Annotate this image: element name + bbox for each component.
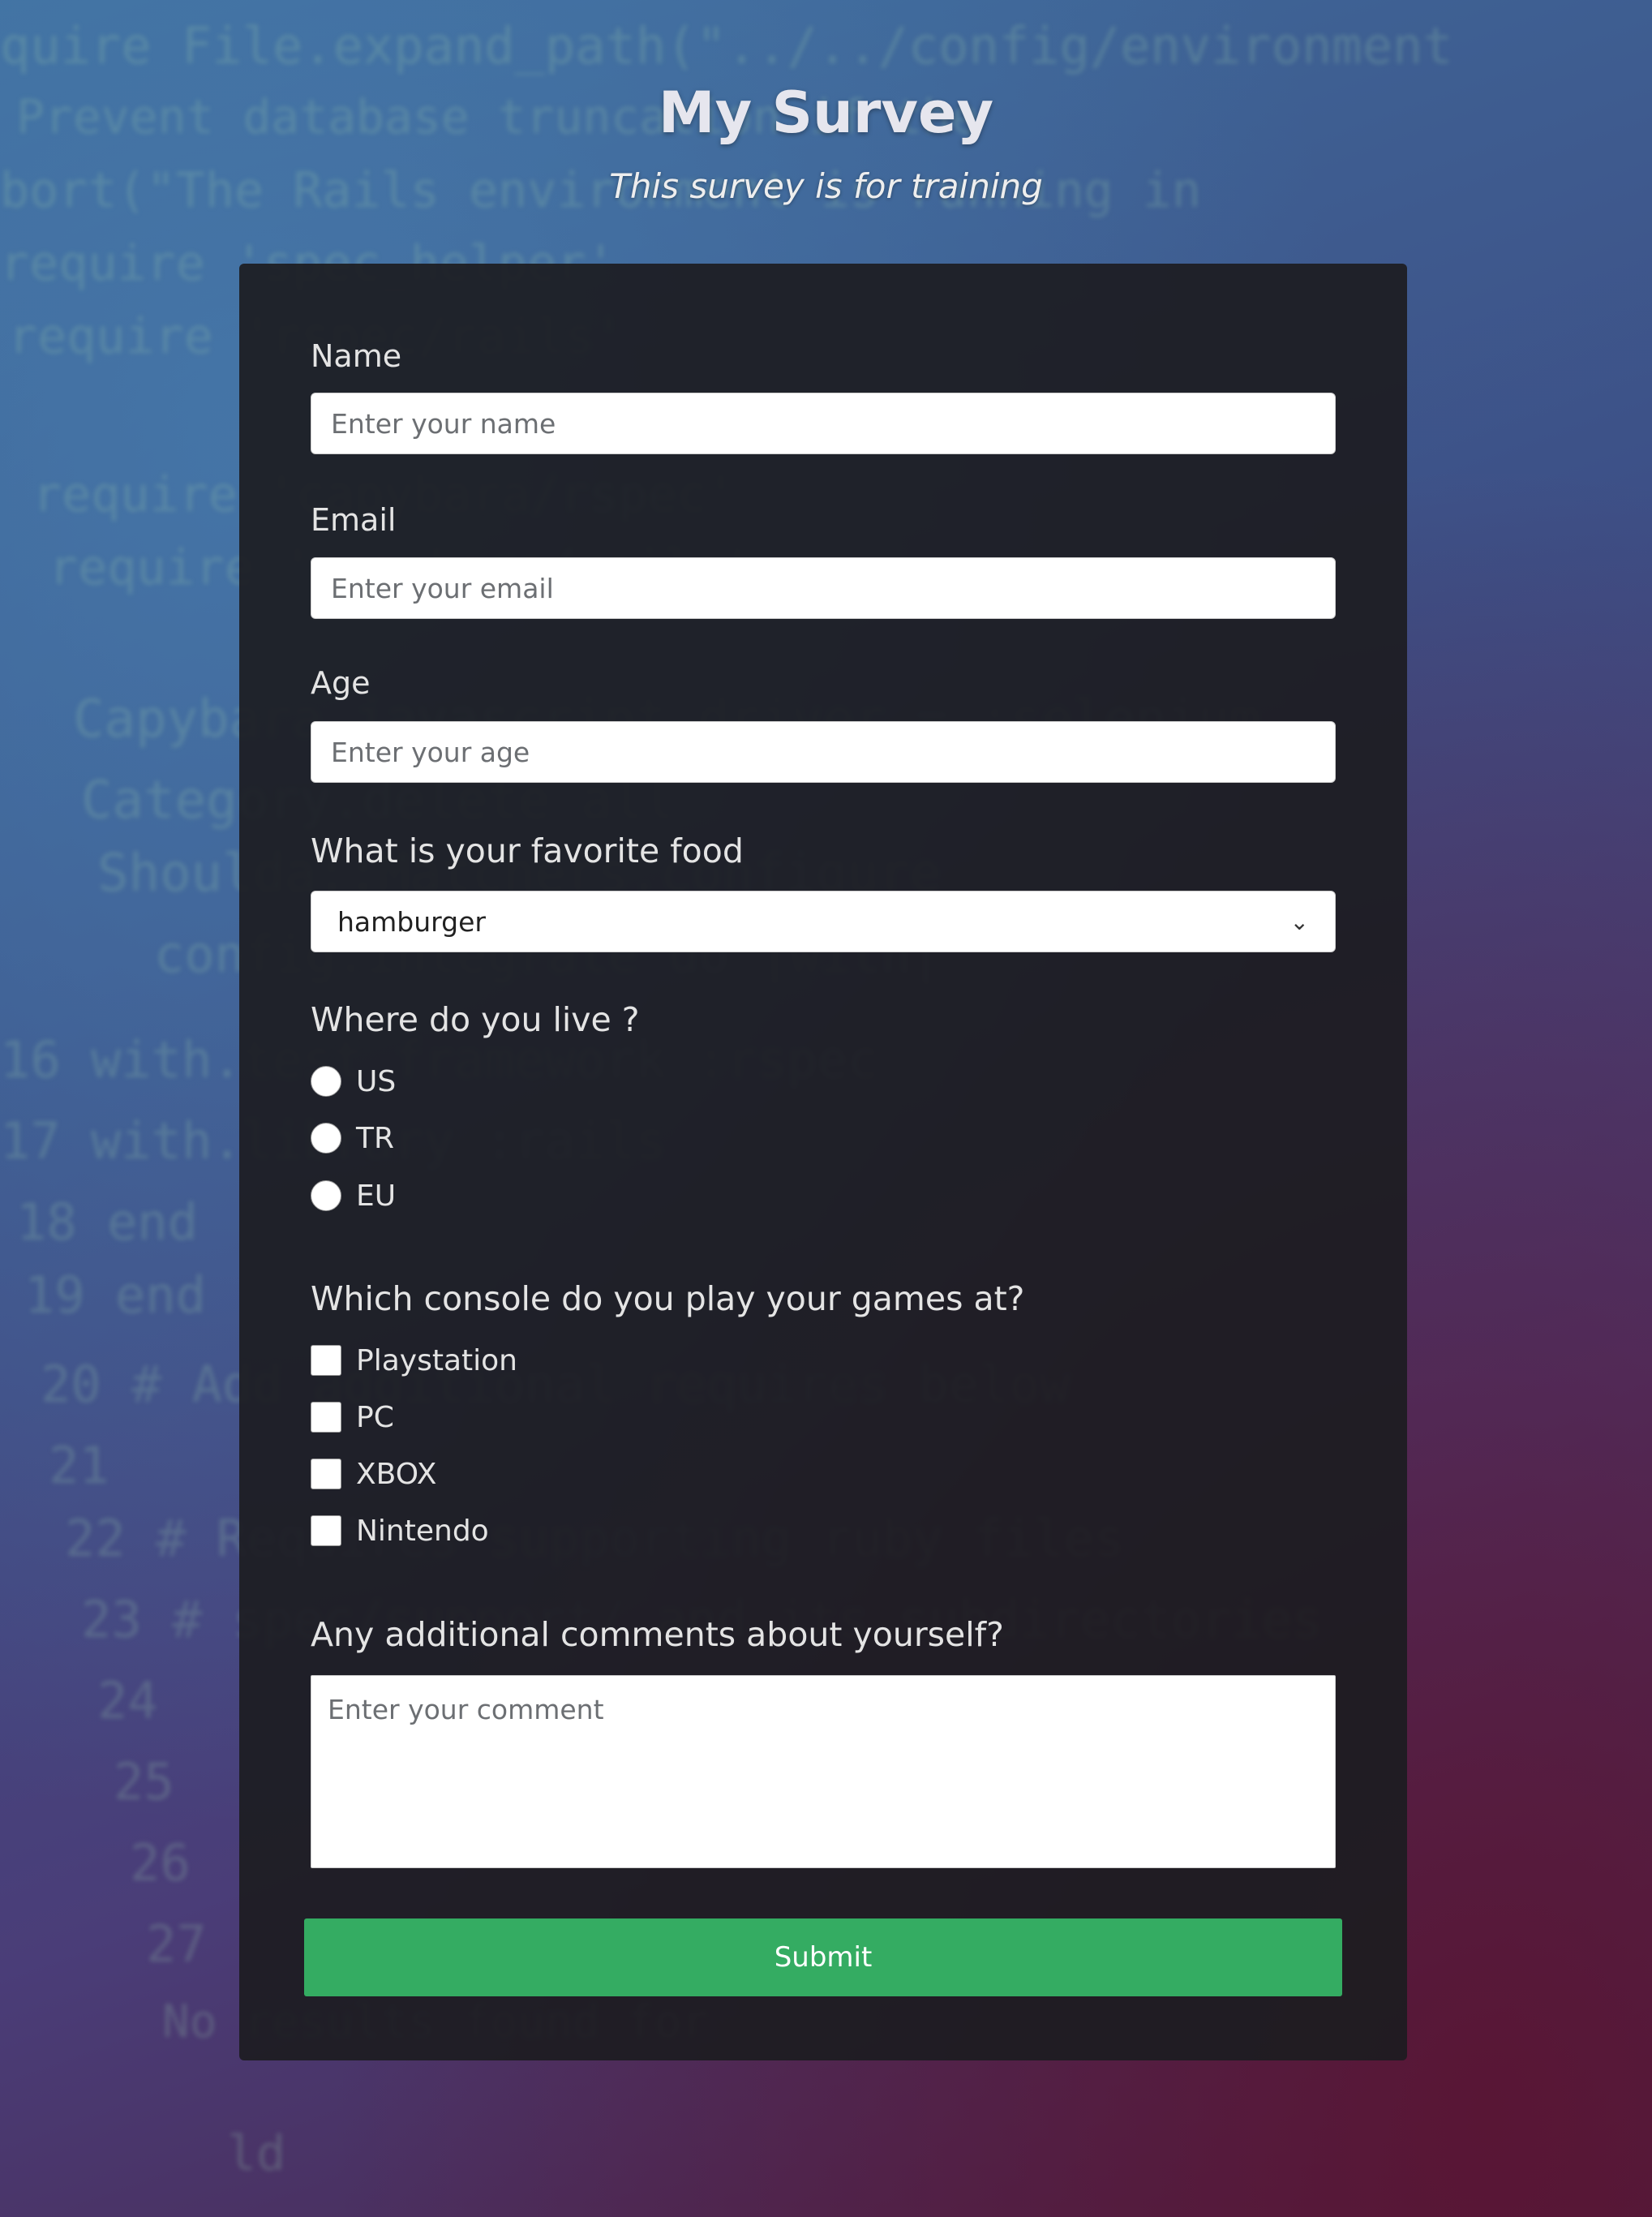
- checkbox-label: Nintendo: [356, 1514, 489, 1548]
- page-title: My Survey: [658, 79, 994, 146]
- age-label: Age: [311, 665, 371, 701]
- checkbox-label: PC: [356, 1400, 394, 1434]
- checkbox-label: Playstation: [356, 1343, 517, 1377]
- checkbox-option-xbox[interactable]: XBOX: [311, 1456, 436, 1492]
- radio-option-eu[interactable]: EU: [311, 1178, 396, 1214]
- radio-label: US: [356, 1064, 397, 1098]
- radio-label: EU: [356, 1179, 397, 1213]
- checkbox-option-playstation[interactable]: Playstation: [311, 1343, 517, 1378]
- checkbox[interactable]: [311, 1402, 341, 1433]
- radio-button[interactable]: [311, 1066, 341, 1097]
- checkbox-option-pc[interactable]: PC: [311, 1399, 394, 1435]
- checkbox[interactable]: [311, 1459, 341, 1489]
- email-input[interactable]: [311, 557, 1336, 619]
- checkbox-option-nintendo[interactable]: Nintendo: [311, 1513, 489, 1549]
- food-select-value: hamburger: [337, 905, 486, 938]
- name-input[interactable]: [311, 393, 1336, 454]
- radio-button[interactable]: [311, 1123, 341, 1154]
- comment-textarea[interactable]: [311, 1675, 1336, 1868]
- chevron-down-icon: ⌄: [1289, 908, 1309, 935]
- checkbox[interactable]: [311, 1345, 341, 1376]
- age-input[interactable]: [311, 721, 1336, 783]
- submit-button[interactable]: Submit: [304, 1918, 1342, 1996]
- checkbox-label: XBOX: [356, 1457, 437, 1491]
- food-question: What is your favorite food: [311, 831, 744, 870]
- location-question: Where do you live ?: [311, 1000, 640, 1039]
- name-label: Name: [311, 338, 402, 374]
- food-select[interactable]: hamburger ⌄: [311, 891, 1336, 952]
- radio-label: TR: [356, 1121, 395, 1155]
- email-label: Email: [311, 502, 397, 538]
- checkbox[interactable]: [311, 1515, 341, 1546]
- radio-option-tr[interactable]: TR: [311, 1120, 394, 1156]
- radio-button[interactable]: [311, 1180, 341, 1211]
- survey-form: Name Email Age What is your favorite foo…: [239, 264, 1407, 2060]
- console-question: Which console do you play your games at?: [311, 1279, 1025, 1318]
- radio-option-us[interactable]: US: [311, 1063, 396, 1099]
- page-subtitle: This survey is for training: [609, 166, 1043, 206]
- comments-question: Any additional comments about yourself?: [311, 1615, 1004, 1654]
